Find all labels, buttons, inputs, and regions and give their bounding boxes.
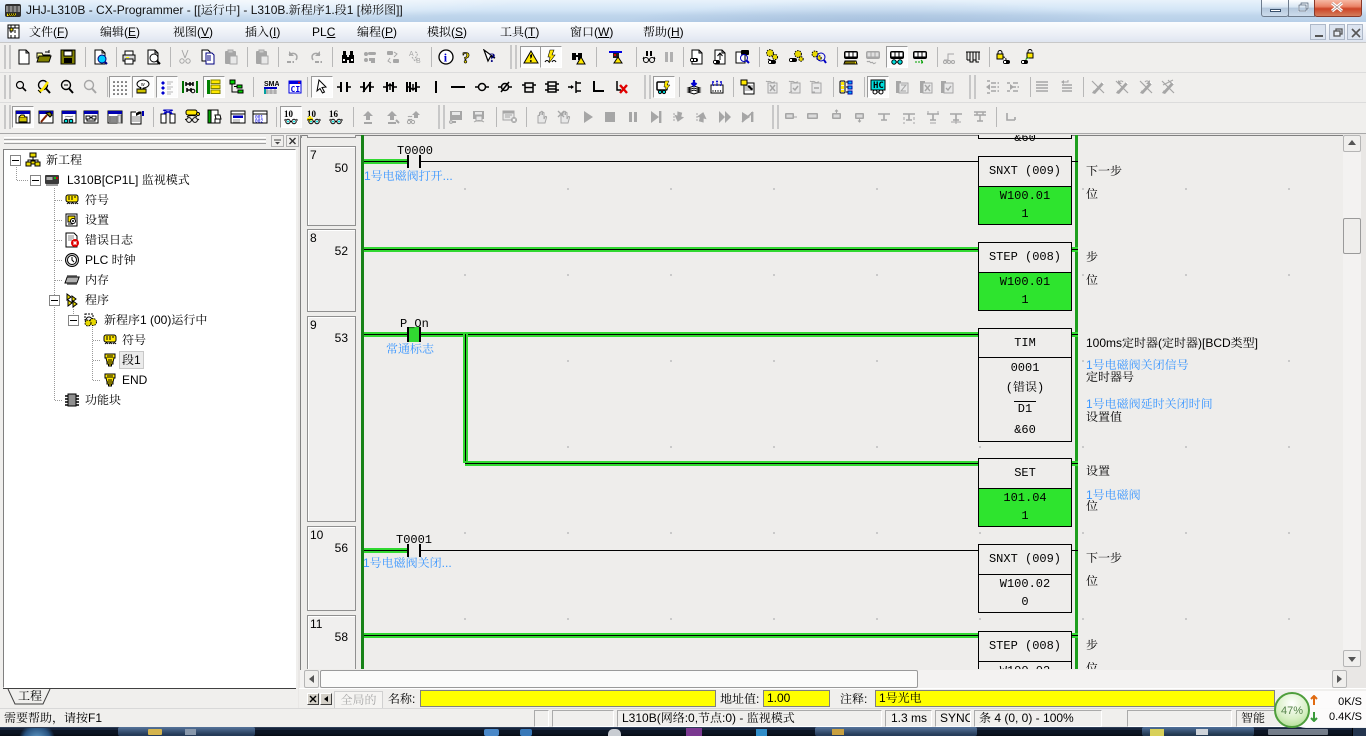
svg-text:?: ? (462, 50, 470, 65)
svg-text:SMA: SMA (264, 81, 279, 88)
svg-text:HC: HC (873, 81, 884, 91)
svg-text:CI: CI (291, 85, 301, 94)
svg-text:002: 002 (255, 119, 263, 125)
svg-text:10: 10 (307, 109, 317, 119)
svg-text:10: 10 (284, 109, 294, 119)
svg-text:16: 16 (329, 109, 339, 119)
svg-text:A: A (409, 51, 414, 58)
svg-text:B: B (416, 58, 421, 65)
svg-text:w: w (141, 82, 145, 88)
svg-text:?: ? (489, 50, 496, 65)
